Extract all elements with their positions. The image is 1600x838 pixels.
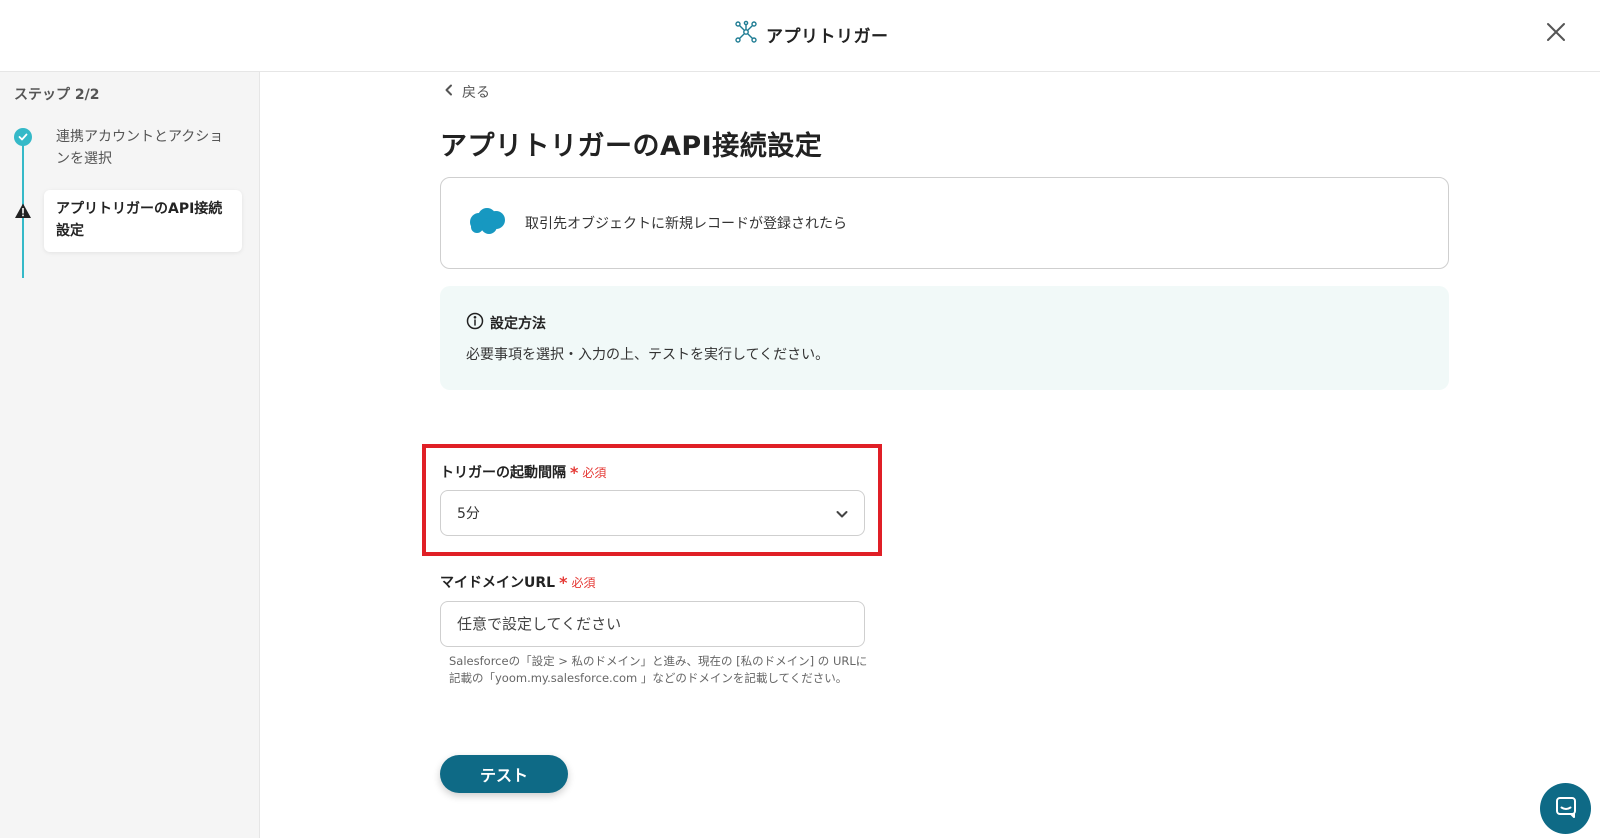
test-button[interactable]: テスト — [440, 755, 568, 793]
header: アプリトリガー — [0, 0, 1600, 72]
trigger-description: 取引先オブジェクトに新規レコードが登録されたら — [525, 216, 847, 232]
chevron-down-icon — [834, 506, 850, 522]
check-circle-icon — [14, 128, 32, 146]
chat-support-button[interactable] — [1540, 783, 1591, 834]
back-link[interactable]: 戻る — [444, 82, 490, 102]
interval-select[interactable]: 5分 — [440, 490, 865, 536]
warning-icon — [14, 202, 32, 220]
info-title: 設定方法 — [490, 316, 546, 332]
network-nodes-icon — [734, 20, 758, 48]
info-heading: 設定方法 — [466, 312, 546, 334]
domain-field-label: マイドメインURL * 必須 — [440, 572, 595, 592]
domain-help-line-1: Salesforceの「設定 > 私のドメイン」と進み、現在の [私のドメイン]… — [449, 654, 868, 668]
required-label: 必須 — [582, 465, 607, 480]
info-body: 必要事項を選択・入力の上、テストを実行してください。 — [466, 347, 830, 363]
required-label: 必須 — [571, 575, 596, 590]
sidebar-step-select-action[interactable]: 連携アカウントとアクションを選択 — [56, 126, 236, 170]
back-label: 戻る — [462, 85, 490, 101]
trigger-app-card: 取引先オブジェクトに新規レコードが登録されたら — [440, 177, 1449, 269]
sidebar: ステップ 2/2 連携アカウントとアクションを選択 アプリトリガーのAPI接続設… — [0, 72, 260, 838]
domain-label-text: マイドメインURL — [440, 575, 556, 591]
app-trigger-title: アプリトリガー — [766, 26, 889, 47]
chat-icon — [1554, 795, 1578, 823]
required-asterisk: * — [559, 572, 568, 592]
domain-help-line-2: 記載の「yoom.my.salesforce.com 」などのドメインを記載して… — [449, 671, 848, 685]
close-button[interactable] — [1540, 18, 1572, 50]
salesforce-cloud-icon — [467, 207, 507, 239]
domain-help-text: Salesforceの「設定 > 私のドメイン」と進み、現在の [私のドメイン]… — [449, 653, 869, 687]
info-icon — [466, 312, 484, 334]
interval-field-label: トリガーの起動間隔 * 必須 — [440, 462, 606, 482]
chevron-left-icon — [444, 84, 454, 100]
interval-select-value: 5分 — [457, 506, 480, 522]
sidebar-step-api-settings[interactable]: アプリトリガーのAPI接続設定 — [44, 190, 242, 252]
close-icon — [1545, 21, 1567, 47]
page-title: アプリトリガーのAPI接続設定 — [440, 131, 823, 162]
step-counter: ステップ 2/2 — [14, 87, 100, 103]
interval-label-text: トリガーの起動間隔 — [440, 465, 566, 481]
required-asterisk: * — [570, 462, 579, 482]
info-box: 設定方法 必要事項を選択・入力の上、テストを実行してください。 — [440, 286, 1449, 390]
header-title: アプリトリガー — [734, 18, 889, 50]
my-domain-url-input[interactable] — [440, 601, 865, 647]
